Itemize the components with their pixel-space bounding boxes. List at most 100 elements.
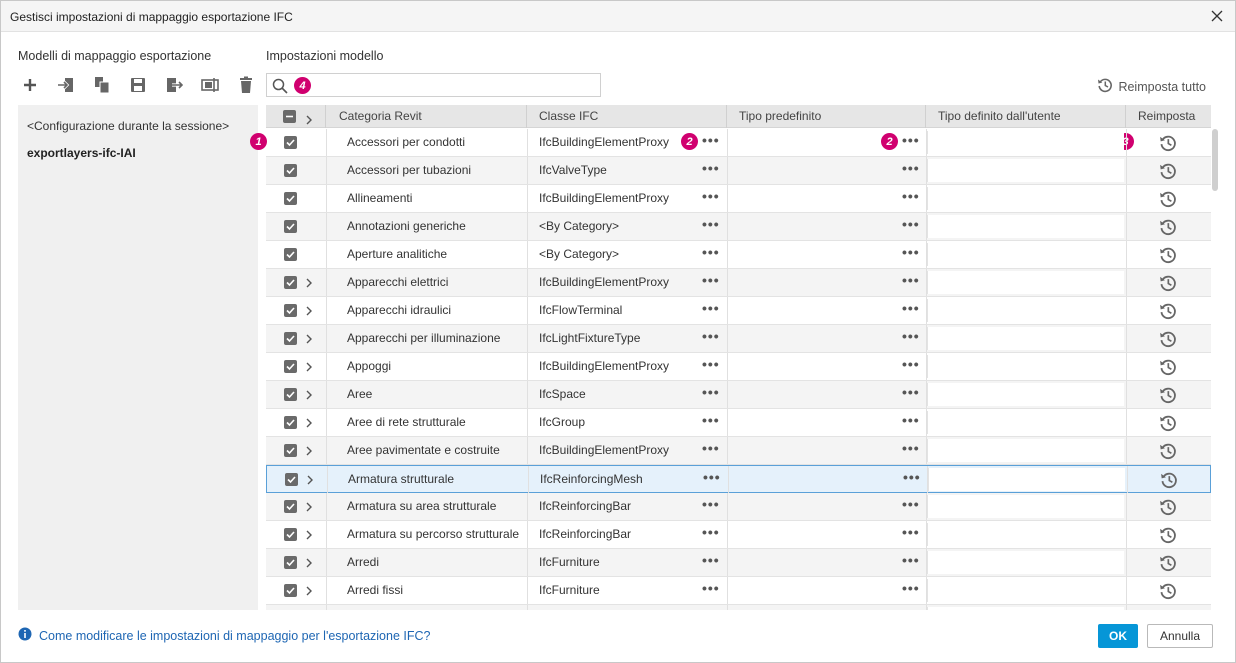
plus-icon[interactable] — [20, 75, 40, 95]
duplicate-icon[interactable] — [92, 75, 112, 95]
row-checkbox[interactable] — [284, 276, 297, 289]
predefined-type-more-icon[interactable]: ••• — [902, 437, 920, 464]
row-checkbox[interactable] — [284, 388, 297, 401]
header-category[interactable]: Categoria Revit — [326, 105, 527, 128]
table-row[interactable]: Accessori per condotti IfcBuildingElement… — [266, 129, 1211, 157]
history-icon[interactable] — [1159, 330, 1177, 348]
table-row[interactable]: Arredi IfcFurniture ••• ••• — [266, 549, 1211, 577]
header-reset[interactable]: Reimposta — [1126, 105, 1211, 128]
user-defined-type-input[interactable] — [927, 187, 1124, 210]
user-defined-type-input[interactable] — [927, 159, 1124, 182]
ifc-class-more-icon[interactable]: ••• — [702, 297, 720, 324]
help-link[interactable]: Come modificare le impostazioni di mappa… — [18, 627, 430, 644]
table-row[interactable]: Aree di rete strutturale IfcGroup ••• ••• — [266, 409, 1211, 437]
ifc-class-cell[interactable]: <By Category> — [539, 241, 689, 268]
history-icon[interactable] — [1159, 526, 1177, 544]
user-defined-type-input[interactable] — [927, 131, 1124, 154]
ifc-class-more-icon[interactable]: ••• — [702, 325, 720, 352]
ifc-class-more-icon[interactable]: ••• — [702, 213, 720, 240]
cancel-button[interactable]: Annulla — [1147, 624, 1213, 648]
predefined-type-more-icon[interactable]: ••• — [902, 297, 920, 324]
predefined-type-more-icon[interactable]: ••• — [902, 521, 920, 548]
ifc-class-more-icon[interactable]: ••• — [702, 129, 720, 156]
row-checkbox[interactable] — [285, 473, 298, 486]
predefined-type-more-icon[interactable]: ••• — [902, 325, 920, 352]
rename-icon[interactable] — [200, 75, 220, 95]
user-defined-type-input[interactable] — [927, 523, 1124, 546]
table-row[interactable]: Accessori per tubazioni IfcValveType ••• ••… — [266, 157, 1211, 185]
ifc-class-more-icon[interactable]: ••• — [702, 409, 720, 436]
predefined-type-more-icon[interactable]: ••• — [902, 213, 920, 240]
ifc-class-cell[interactable]: IfcFurniture — [539, 577, 689, 604]
ifc-class-cell[interactable]: IfcFlowTerminal — [539, 297, 689, 324]
close-icon[interactable] — [1209, 8, 1225, 24]
table-row[interactable]: Allineamenti IfcBuildingElementProxy ••• ••… — [266, 185, 1211, 213]
chevron-right-icon[interactable] — [304, 111, 314, 125]
table-row[interactable]: Armatura strutturale IfcReinforcingMesh ••… — [266, 465, 1211, 493]
ifc-class-cell[interactable]: IfcFurniture — [539, 549, 689, 576]
ifc-class-cell[interactable]: IfcBuildingElementProxy — [539, 129, 689, 156]
row-checkbox[interactable] — [284, 584, 297, 597]
table-row[interactable]: Appoggi IfcBuildingElementProxy ••• ••• — [266, 353, 1211, 381]
history-icon[interactable] — [1159, 358, 1177, 376]
user-defined-type-input[interactable] — [928, 468, 1125, 491]
table-row[interactable]: Apparecchi elettrici IfcBuildingElementPr… — [266, 269, 1211, 297]
predefined-type-more-icon[interactable]: ••• — [902, 129, 920, 156]
chevron-right-icon[interactable] — [304, 501, 314, 513]
ifc-class-cell[interactable]: IfcBuildingElementProxy — [539, 353, 689, 380]
user-defined-type-input[interactable] — [927, 551, 1124, 574]
import-icon[interactable] — [56, 75, 76, 95]
ifc-class-more-icon[interactable]: ••• — [702, 549, 720, 576]
ifc-class-cell[interactable]: IfcReinforcingBar — [539, 521, 689, 548]
history-icon[interactable] — [1159, 162, 1177, 180]
user-defined-type-input[interactable] — [927, 607, 1124, 610]
table-row[interactable]: Aree IfcSpace ••• ••• — [266, 381, 1211, 409]
user-defined-type-input[interactable] — [927, 327, 1124, 350]
predefined-type-more-icon[interactable]: ••• — [903, 466, 921, 493]
template-item-session[interactable]: <Configurazione durante la sessione> — [27, 119, 229, 133]
save-icon[interactable] — [128, 75, 148, 95]
row-checkbox[interactable] — [284, 500, 297, 513]
row-checkbox[interactable] — [284, 528, 297, 541]
chevron-right-icon[interactable] — [304, 361, 314, 373]
table-row[interactable]: Arredi fissi IfcFurniture ••• ••• — [266, 577, 1211, 605]
trash-icon[interactable] — [236, 75, 256, 95]
user-defined-type-input[interactable] — [927, 355, 1124, 378]
header-predefined-type[interactable]: Tipo predefinito — [727, 105, 926, 128]
chevron-right-icon[interactable] — [304, 557, 314, 569]
select-all-checkbox[interactable] — [283, 110, 296, 123]
grid-scrollbar[interactable] — [1212, 129, 1218, 191]
ifc-class-more-icon[interactable]: ••• — [702, 577, 720, 604]
row-checkbox[interactable] — [284, 164, 297, 177]
ifc-class-cell[interactable]: IfcValveType — [539, 157, 689, 184]
history-icon[interactable] — [1159, 582, 1177, 600]
predefined-type-more-icon[interactable]: ••• — [902, 185, 920, 212]
chevron-right-icon[interactable] — [304, 417, 314, 429]
history-icon[interactable] — [1159, 302, 1177, 320]
ifc-class-more-icon[interactable]: ••• — [702, 381, 720, 408]
history-icon[interactable] — [1159, 498, 1177, 516]
chevron-right-icon[interactable] — [304, 305, 314, 317]
history-icon[interactable] — [1159, 414, 1177, 432]
user-defined-type-input[interactable] — [927, 439, 1124, 462]
chevron-right-icon[interactable] — [305, 474, 315, 486]
predefined-type-more-icon[interactable]: ••• — [902, 381, 920, 408]
ifc-class-more-icon[interactable]: ••• — [702, 437, 720, 464]
header-user-defined-type[interactable]: Tipo definito dall'utente — [926, 105, 1126, 128]
user-defined-type-input[interactable] — [927, 271, 1124, 294]
header-ifc-class[interactable]: Classe IFC — [527, 105, 727, 128]
ifc-class-cell[interactable]: IfcBuildingElementProxy — [539, 269, 689, 296]
predefined-type-more-icon[interactable]: ••• — [902, 577, 920, 604]
chevron-right-icon[interactable] — [304, 389, 314, 401]
table-row[interactable]: Apparecchi idraulici IfcFlowTerminal ••• ••… — [266, 297, 1211, 325]
row-checkbox[interactable] — [284, 220, 297, 233]
history-icon[interactable] — [1159, 442, 1177, 460]
history-icon[interactable] — [1159, 246, 1177, 264]
ifc-class-more-icon[interactable]: ••• — [702, 493, 720, 520]
chevron-right-icon[interactable] — [304, 445, 314, 457]
row-checkbox[interactable] — [284, 304, 297, 317]
predefined-type-more-icon[interactable]: ••• — [902, 493, 920, 520]
history-icon[interactable] — [1159, 134, 1177, 152]
ifc-class-more-icon[interactable]: ••• — [702, 605, 720, 610]
user-defined-type-input[interactable] — [927, 243, 1124, 266]
